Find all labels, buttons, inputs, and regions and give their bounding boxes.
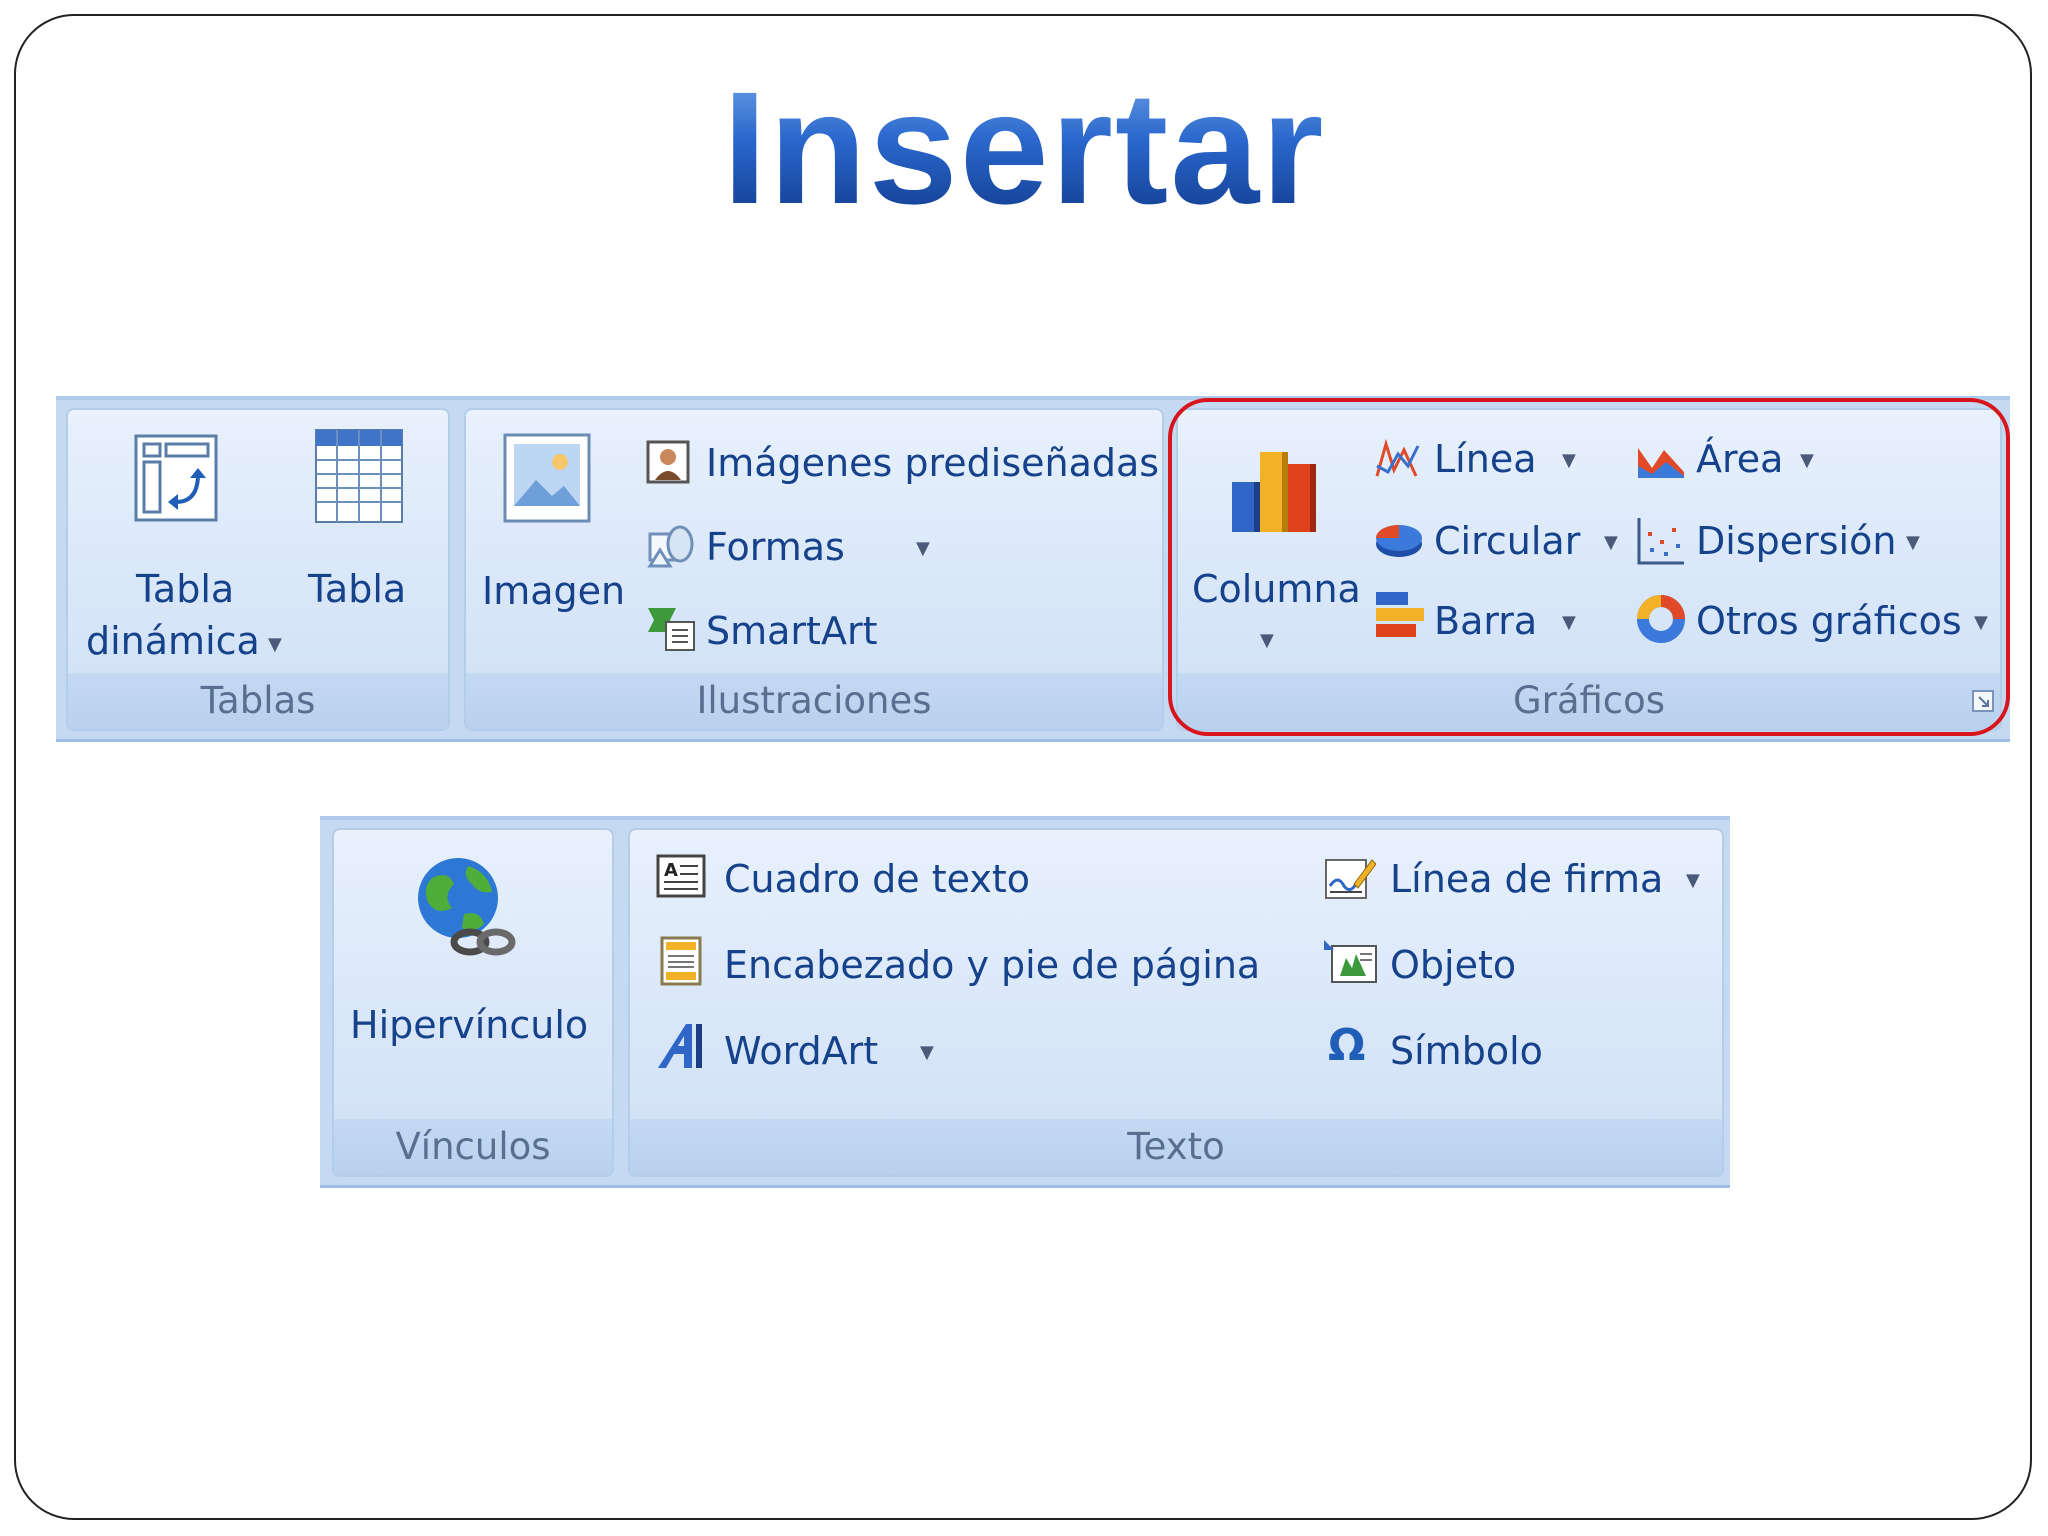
chevron-down-icon: ▼ [920, 1042, 934, 1063]
chevron-down-icon: ▼ [916, 538, 930, 559]
group-label-vinculos: Vínculos [334, 1119, 612, 1175]
svg-text:A: A [664, 860, 678, 881]
group-ilustraciones: Imagen Imágenes prediseñadas Formas ▼ Sm… [464, 408, 1164, 731]
linea-label: Línea [1434, 437, 1537, 481]
other-charts-icon [1637, 595, 1685, 643]
simbolo-label: Símbolo [1390, 1029, 1543, 1073]
tabla-dinamica-label-1: Tabla [136, 567, 235, 611]
ribbon-insert-top: Tabla dinámica ▼ Tabla Tablas Imagen Imá… [56, 396, 2010, 742]
clipart-icon [646, 440, 690, 484]
smartart-label: SmartArt [706, 609, 878, 653]
textbox-icon: A [656, 854, 706, 898]
ribbon-insert-bottom: Hipervínculo Vínculos A Cuadro de texto … [320, 816, 1730, 1188]
group-texto: A Cuadro de texto Encabezado y pie de pá… [628, 828, 1724, 1177]
smartart-icon [648, 608, 695, 651]
bar-chart-icon [1376, 592, 1424, 637]
chevron-down-icon: ▼ [268, 634, 282, 655]
omega-icon: Ω [1328, 1020, 1366, 1071]
formas-label: Formas [706, 525, 845, 569]
slide-title: Insertar [0, 68, 2048, 228]
chevron-down-icon: ▼ [1800, 450, 1814, 471]
shapes-icon [647, 525, 694, 568]
chevron-down-icon: ▼ [1260, 630, 1274, 651]
area-label: Área [1696, 437, 1784, 481]
chevron-down-icon: ▼ [1562, 450, 1576, 471]
columna-label: Columna [1192, 567, 1361, 611]
tabla-dinamica-label-2: dinámica [86, 619, 260, 663]
globe-link-icon [418, 858, 516, 956]
wordart-icon [658, 1024, 702, 1068]
cuadro-de-texto-label: Cuadro de texto [724, 857, 1030, 901]
chevron-down-icon: ▼ [1686, 870, 1700, 891]
pie-chart-icon [1376, 525, 1422, 557]
area-chart-icon [1638, 448, 1684, 478]
chevron-down-icon: ▼ [1974, 612, 1988, 633]
group-vinculos: Hipervínculo Vínculos [332, 828, 614, 1177]
scatter-chart-icon [1637, 518, 1684, 565]
group-label-ilustraciones: Ilustraciones [466, 673, 1162, 729]
chevron-down-icon: ▼ [1604, 532, 1618, 553]
imagenes-prediseñadas-label: Imágenes prediseñadas [706, 441, 1160, 485]
hipervinculo-label: Hipervínculo [350, 1003, 589, 1047]
chevron-down-icon: ▼ [1906, 532, 1920, 553]
group-label-tablas: Tablas [68, 673, 448, 729]
pivot-table-icon [134, 434, 218, 522]
picture-icon [503, 433, 591, 523]
signature-line-icon [1325, 859, 1376, 899]
object-icon [1324, 940, 1377, 983]
column-chart-icon [1232, 452, 1316, 532]
group-label-graficos: Gráficos [1178, 673, 2000, 729]
group-tablas: Tabla dinámica ▼ Tabla Tablas [66, 408, 450, 731]
circular-label: Circular [1434, 519, 1581, 563]
dispersion-label: Dispersión [1696, 519, 1897, 563]
chevron-down-icon: ▼ [1562, 612, 1576, 633]
wordart-label: WordArt [724, 1029, 879, 1073]
barra-label: Barra [1434, 599, 1538, 643]
tabla-label: Tabla [308, 567, 407, 611]
dialog-launcher-icon[interactable] [1972, 690, 1994, 712]
imagen-label: Imagen [482, 569, 626, 613]
objeto-label: Objeto [1390, 943, 1517, 987]
slide-frame [14, 14, 2032, 1520]
encabezado-pie-label: Encabezado y pie de página [724, 943, 1261, 987]
linea-de-firma-label: Línea de firma [1390, 857, 1664, 901]
line-chart-icon [1375, 438, 1420, 477]
table-icon [315, 429, 403, 523]
group-graficos: Columna ▼ Línea ▼ Circular ▼ Barra ▼ Áre… [1176, 408, 2002, 731]
otros-graficos-label: Otros gráficos [1696, 599, 1962, 643]
header-footer-icon [660, 936, 702, 986]
group-label-texto: Texto [630, 1119, 1722, 1175]
